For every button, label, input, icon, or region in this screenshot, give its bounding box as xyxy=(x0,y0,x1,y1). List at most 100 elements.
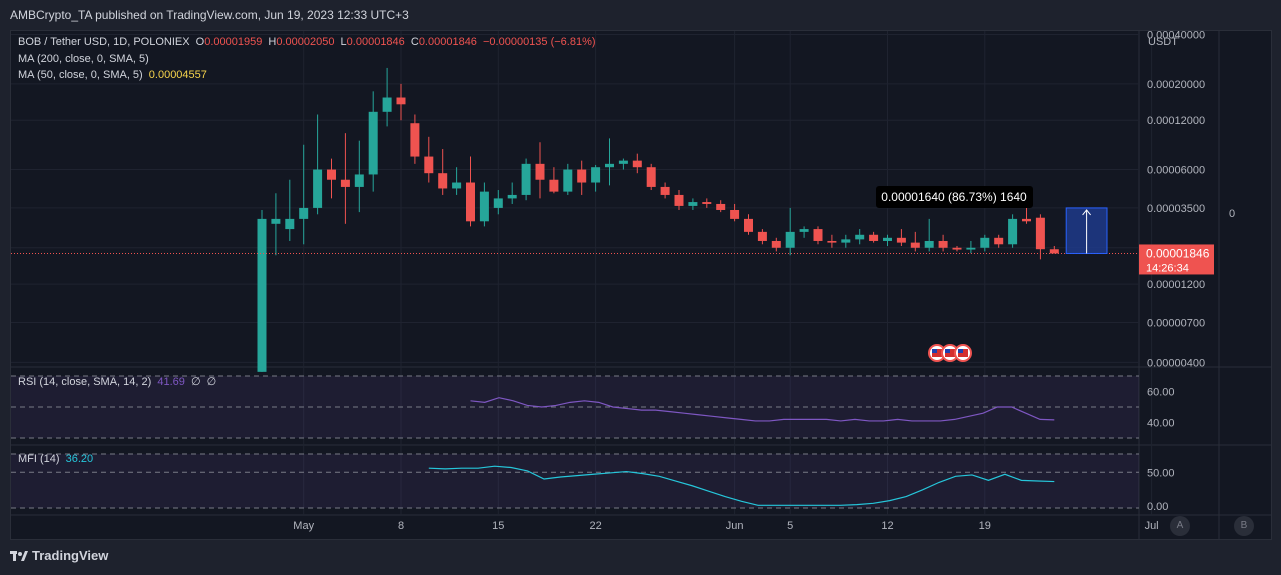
candle-body xyxy=(688,202,698,206)
scale-button-b[interactable]: B xyxy=(1234,516,1254,536)
candle-body xyxy=(771,240,781,248)
candle-body xyxy=(966,247,976,250)
candle-body xyxy=(271,218,281,224)
open-label: O xyxy=(195,36,205,48)
candle-body xyxy=(618,160,628,164)
low-value: 0.00001846 xyxy=(346,36,405,48)
candle-body xyxy=(605,163,614,168)
time-tick-label: Jun xyxy=(726,520,744,532)
price-tick-label: 0.00001200 xyxy=(1147,279,1205,291)
candle-body xyxy=(591,167,601,183)
candle-body xyxy=(841,239,851,243)
time-tick-label: 8 xyxy=(398,520,404,532)
candle-body xyxy=(1035,217,1045,250)
mfi-value: 36.20 xyxy=(65,453,94,465)
symbol-name[interactable]: BOB / Tether USD, 1D, POLONIEX xyxy=(18,36,190,48)
footer-brand: TradingView xyxy=(32,548,109,563)
tradingview-footer[interactable]: TradingView xyxy=(10,548,108,563)
candle-body xyxy=(855,234,865,240)
candle-body xyxy=(744,218,753,232)
candle-body xyxy=(730,209,740,219)
price-tick-label: 0.00000700 xyxy=(1147,318,1205,330)
candle-body xyxy=(479,191,489,222)
rsi-extra-2: ∅ xyxy=(206,376,217,388)
scale-button-a[interactable]: A xyxy=(1170,516,1190,536)
price-tick-label: 0.00012000 xyxy=(1147,115,1205,127)
chart-canvas[interactable]: May 8 15 22 Jun 5 12 19 Jul0.000400000.000200000… xyxy=(0,0,1281,575)
candle-body xyxy=(466,182,475,222)
candle-body xyxy=(535,163,545,180)
candle-body xyxy=(757,231,767,241)
mfi-tick-label: 50.00 xyxy=(1147,467,1175,479)
candle-body xyxy=(285,218,295,230)
mfi-band xyxy=(11,454,1139,508)
candle-body xyxy=(785,231,795,248)
tradingview-logo-icon xyxy=(10,550,28,561)
candle-body xyxy=(1022,218,1031,222)
candle-body xyxy=(410,123,420,157)
candle-body xyxy=(869,234,879,241)
candle-body xyxy=(1049,249,1059,254)
time-tick-label: 5 xyxy=(787,520,793,532)
candle-body xyxy=(382,97,392,112)
time-tick-label: 12 xyxy=(881,520,893,532)
ma50-legend[interactable]: MA (50, close, 0, SMA, 5) 0.00004557 xyxy=(18,69,210,81)
candle-body xyxy=(257,218,267,372)
flag-canton xyxy=(958,349,963,353)
candle-body xyxy=(646,167,656,187)
candle-body xyxy=(799,229,809,232)
candle-body xyxy=(1008,218,1018,245)
change-value: −0.00000135 (−6.81%) xyxy=(483,36,596,48)
candle-body xyxy=(340,179,350,187)
candle-body xyxy=(313,169,323,208)
mfi-tick-label: 0.00 xyxy=(1147,501,1168,513)
candle-body xyxy=(396,97,406,105)
candle-body xyxy=(327,169,336,180)
candle-body xyxy=(938,240,948,248)
price-tick-label: 0.00000400 xyxy=(1147,357,1205,369)
high-value: 0.00002050 xyxy=(276,36,335,48)
candle-body xyxy=(660,186,670,195)
close-value: 0.00001846 xyxy=(418,36,477,48)
candle-body xyxy=(438,173,448,189)
price-tick-label: 0.00006000 xyxy=(1147,165,1205,177)
candle-body xyxy=(980,237,990,248)
ma200-label: MA (200, close, 0, SMA, 5) xyxy=(18,53,149,65)
candle-body xyxy=(896,237,906,243)
rsi-value: 41.69 xyxy=(157,376,185,388)
currency-label: USDT xyxy=(1148,36,1178,48)
time-tick-label: 15 xyxy=(492,520,504,532)
candle-body xyxy=(813,229,823,241)
ma200-legend[interactable]: MA (200, close, 0, SMA, 5) xyxy=(18,53,152,65)
ma50-value: 0.00004557 xyxy=(148,69,207,81)
candle-body xyxy=(521,163,531,195)
ma50-label: MA (50, close, 0, SMA, 5) xyxy=(18,69,143,81)
candle-body xyxy=(702,202,712,204)
close-label: C xyxy=(410,36,419,48)
candle-body xyxy=(994,237,1004,245)
event-flag-icon xyxy=(954,344,972,362)
candle-body xyxy=(452,182,462,189)
mfi-legend[interactable]: MFI (14) 36.20 xyxy=(18,453,96,465)
candle-body xyxy=(424,156,434,174)
rsi-extra-1: ∅ xyxy=(190,376,201,388)
candle-body xyxy=(354,174,364,187)
candle-body xyxy=(883,237,892,241)
price-tick-label: 0.00020000 xyxy=(1147,79,1205,91)
candle-body xyxy=(924,240,934,248)
candle-body xyxy=(493,198,503,208)
candle-body xyxy=(563,169,573,192)
candle-body xyxy=(299,207,309,219)
price-tick-label: 0.00003500 xyxy=(1147,203,1205,215)
candle-body xyxy=(368,111,378,175)
candle-body xyxy=(910,242,920,248)
candle-body xyxy=(632,160,642,168)
symbol-legend: BOB / Tether USD, 1D, POLONIEX O0.000019… xyxy=(18,36,599,48)
time-tick-label: May xyxy=(293,520,314,532)
candle-body xyxy=(827,240,837,243)
rsi-tick-label: 40.00 xyxy=(1147,418,1175,430)
rsi-legend[interactable]: RSI (14, close, SMA, 14, 2) 41.69 ∅ ∅ xyxy=(18,375,219,388)
rsi-label: RSI (14, close, SMA, 14, 2) xyxy=(18,376,152,388)
side-value-label: 0 xyxy=(1229,208,1235,220)
candle-body xyxy=(549,179,559,192)
